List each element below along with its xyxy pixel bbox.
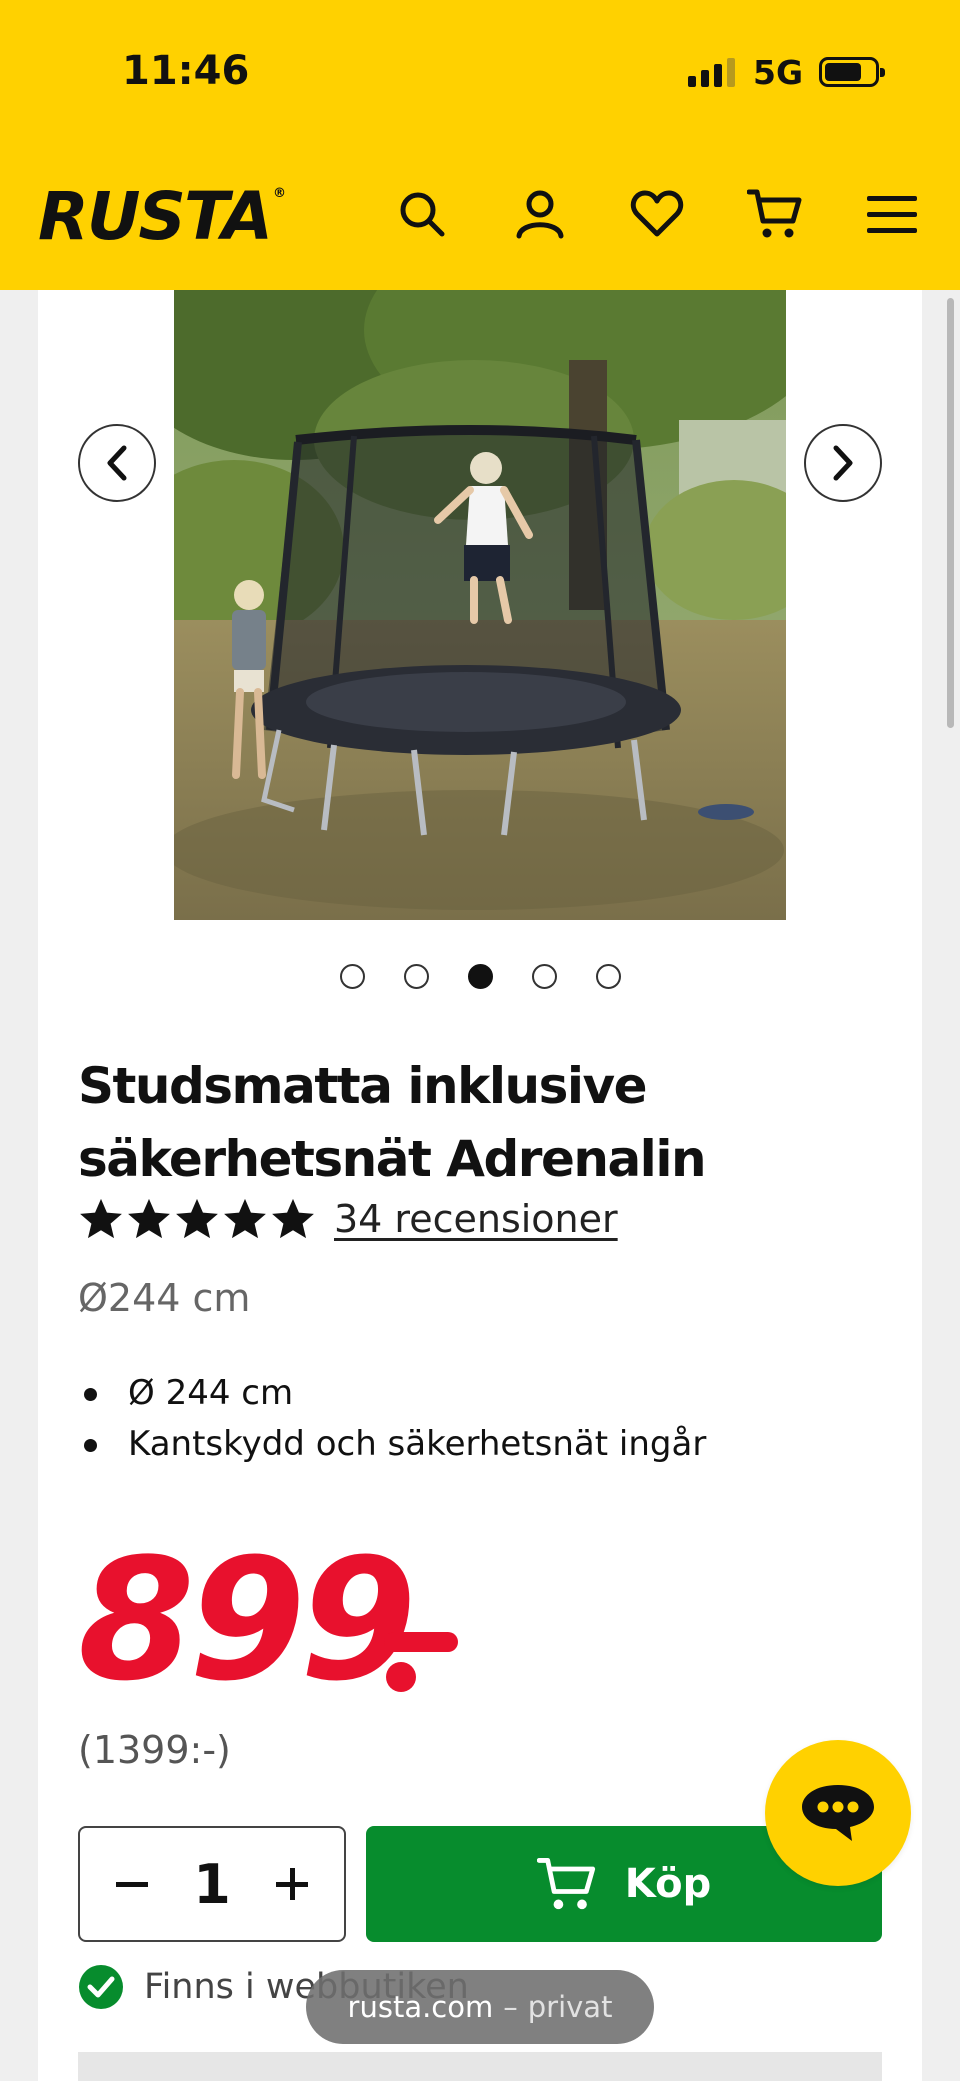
quantity-increase-button[interactable] (275, 1868, 308, 1900)
network-type: 5G (753, 52, 804, 92)
url-separator: – (503, 1990, 518, 2024)
status-indicators: 5G (688, 52, 886, 92)
gallery-dots (340, 964, 621, 989)
check-circle-icon (79, 1965, 123, 2009)
gallery-prev-button[interactable] (78, 424, 156, 502)
gallery-dot-active[interactable] (468, 964, 493, 989)
next-section (78, 2052, 882, 2081)
star-icon (224, 1198, 266, 1239)
cart-icon (536, 1858, 595, 1910)
account-icon[interactable] (512, 186, 568, 242)
list-item: Ø 244 cm (78, 1368, 706, 1419)
product-dimension: Ø244 cm (78, 1276, 251, 1320)
reviews-link[interactable]: 34 recensioner (334, 1197, 618, 1241)
list-item: Kantskydd och säkerhetsnät ingår (78, 1419, 706, 1470)
rating-stars (78, 1196, 316, 1242)
product-image[interactable] (174, 290, 786, 920)
original-price: (1399:-) (78, 1728, 231, 1772)
gallery-dot[interactable] (340, 964, 365, 989)
price-suffix-dash (384, 1632, 458, 1652)
battery-icon (819, 57, 886, 87)
status-time: 11:46 (122, 48, 250, 94)
chat-button[interactable] (765, 1740, 911, 1886)
cart-icon[interactable] (747, 186, 803, 242)
product-title: Studsmatta inklusive säkerhetsnät Adrena… (78, 1057, 707, 1188)
quantity-value[interactable]: 1 (193, 1853, 231, 1916)
star-icon (176, 1198, 218, 1239)
price: 899 (78, 1522, 417, 1718)
buy-button-label: Köp (624, 1861, 712, 1907)
browser-url-bar[interactable]: rusta.com – privat (306, 1970, 654, 2044)
url-text: rusta.com (347, 1990, 494, 2024)
gallery-next-button[interactable] (804, 424, 882, 502)
gallery-dot[interactable] (532, 964, 557, 989)
rusta-logo[interactable]: RUSTA ® (38, 178, 286, 255)
menu-icon[interactable] (864, 186, 920, 242)
browsing-mode: privat (527, 1990, 613, 2024)
star-icon (128, 1198, 170, 1239)
heart-icon[interactable] (629, 186, 685, 242)
scrollbar[interactable] (947, 298, 954, 728)
search-icon[interactable] (394, 186, 450, 242)
feature-list: Ø 244 cm Kantskydd och säkerhetsnät ingå… (78, 1368, 706, 1470)
chat-icon (802, 1785, 874, 1841)
star-icon (272, 1198, 314, 1239)
price-suffix-dot (386, 1662, 416, 1692)
rating-row: 34 recensioner (78, 1196, 618, 1242)
quantity-stepper: 1 (78, 1826, 346, 1942)
quantity-decrease-button[interactable] (116, 1881, 148, 1887)
cellular-signal-icon (688, 57, 735, 87)
gallery-dot[interactable] (596, 964, 621, 989)
star-icon (80, 1198, 122, 1239)
gallery-dot[interactable] (404, 964, 429, 989)
